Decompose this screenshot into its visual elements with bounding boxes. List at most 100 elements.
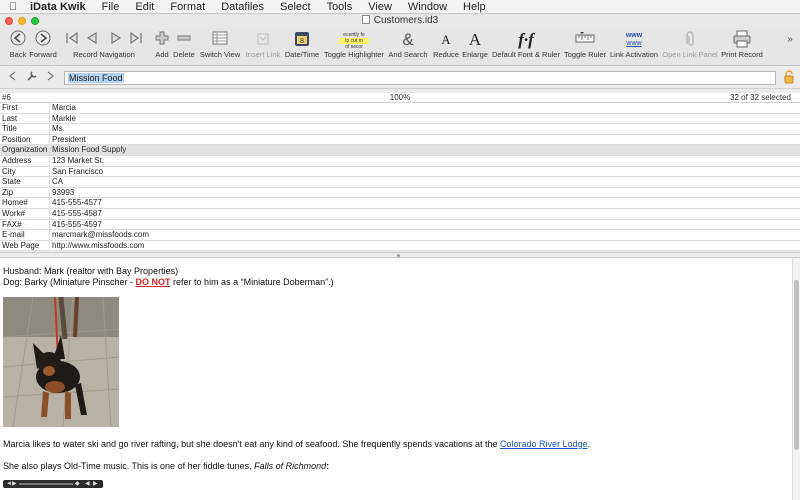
menu-datafiles[interactable]: Datafiles [213,1,272,13]
audio-player[interactable]: ◄ ▶ ◆ ◀ ▶ [3,480,103,488]
insert-link-button[interactable]: Insert Link [244,30,282,59]
field-value[interactable]: CA [50,177,63,187]
menu-edit[interactable]: Edit [127,1,162,13]
field-row-zip[interactable]: Zip 93993 [0,187,800,199]
apple-icon[interactable]:  [0,1,26,13]
field-row-position[interactable]: Position President [0,134,800,146]
and-search-button[interactable]: & And Search [388,30,428,59]
zoom-window-button[interactable] [31,17,39,25]
field-row-work-phone[interactable]: Work# 415-555-4587 [0,208,800,220]
menu-help[interactable]: Help [455,1,494,13]
default-font-ruler-button[interactable]: f·f Default Font & Ruler [492,30,560,59]
record-navigation-group[interactable]: Record Navigation [62,30,146,59]
record-title-bar: Mission Food [0,67,800,89]
field-row-city[interactable]: City San Francisco [0,166,800,178]
field-value[interactable]: President [50,135,86,145]
wrench-icon[interactable] [26,70,38,85]
notes-music-colon: : [326,461,330,471]
colorado-river-lodge-link[interactable]: Colorado River Lodge [500,439,588,449]
field-row-title[interactable]: Title Ms. [0,124,800,135]
history-forward-icon[interactable] [47,71,55,84]
add-button[interactable]: Add [152,30,172,59]
fast-forward-icon[interactable]: ▶ [93,479,98,490]
notes-line-husband-text: Husband: Mark (realtor with Bay Properti… [3,266,179,276]
field-value[interactable]: San Francisco [50,167,103,177]
reduce-button[interactable]: A Reduce [432,30,460,59]
record-title-field[interactable]: Mission Food [64,71,776,85]
play-icon[interactable]: ▶ [12,479,17,490]
field-row-email[interactable]: E-mail marcmark@missfoods.com [0,230,800,241]
double-chevron-right-icon: » [787,34,793,45]
back-button[interactable]: Back [7,30,29,59]
notes-scrollbar[interactable] [792,258,800,500]
delete-button[interactable]: Delete [172,30,196,59]
history-back-icon[interactable] [8,71,16,84]
field-value[interactable]: Mission Food Supply [50,145,126,155]
toggle-ruler-button[interactable]: Toggle Ruler [563,30,607,59]
field-row-fax[interactable]: FAX# 415-555-4597 [0,219,800,231]
field-value[interactable]: 93993 [50,188,74,198]
print-record-label: Print Record [721,50,763,59]
open-link-panel-button[interactable]: Open Link Panel [662,30,718,59]
forward-button[interactable]: Forward [29,30,57,59]
window-title-text: Customers.id3 [373,15,439,26]
link-activation-button[interactable]: www www Link Activation [609,30,659,59]
field-value[interactable]: 415-555-4597 [50,220,102,230]
lock-icon[interactable] [783,70,795,87]
audio-scrubber[interactable] [19,483,73,485]
field-label: Position [0,134,50,145]
menu-select[interactable]: Select [272,1,319,13]
forward-arrow-icon [29,30,57,50]
menu-format[interactable]: Format [162,1,213,13]
field-label: First [0,103,50,113]
field-value[interactable]: http://www.missfoods.com [50,241,144,251]
field-value[interactable]: 415-555-4587 [50,209,102,219]
field-value[interactable]: Ms. [50,124,65,134]
ruler-icon [563,30,607,50]
dog-photo [3,297,119,427]
field-row-home-phone[interactable]: Home# 415-555-4577 [0,198,800,209]
field-row-state[interactable]: State CA [0,177,800,188]
field-value[interactable]: Markle [50,114,76,124]
menu-tools[interactable]: Tools [319,1,361,13]
link-activation-label: Link Activation [610,50,658,59]
field-value[interactable]: Marcia [50,103,76,113]
print-record-button[interactable]: Print Record [720,30,764,59]
field-row-last[interactable]: Last Markle [0,113,800,125]
field-label: Address [0,155,50,166]
link-sample-line1: www [625,32,643,39]
record-navigation-icons [62,30,146,50]
field-value[interactable]: 123 Market St. [50,156,104,166]
notes-music-text: She also plays Old-Time music. This is o… [3,461,255,471]
notes-dog-text: Dog: Barky (Miniature Pinscher - [3,277,136,287]
paperclip-icon [662,30,718,50]
field-label: State [0,177,50,187]
field-value[interactable]: marcmark@missfoods.com [50,230,149,240]
field-row-organization[interactable]: Organization Mission Food Supply [0,145,800,156]
switch-view-button[interactable]: Switch View [199,30,241,59]
toolbar-overflow-button[interactable]: » [784,34,796,45]
toggle-highlighter-button[interactable]: ecently fe to cut m of secor Toggle High… [322,30,386,59]
switch-view-label: Switch View [199,50,241,59]
scrubber-knob-icon[interactable]: ◆ [75,479,80,490]
field-row-web-page[interactable]: Web Page http://www.missfoods.com [0,240,800,252]
menu-view[interactable]: View [360,1,400,13]
and-search-label: And Search [388,50,428,59]
record-title-value: Mission Food [68,73,124,83]
toggle-ruler-label: Toggle Ruler [563,50,607,59]
field-row-first[interactable]: First Marcia [0,103,800,114]
field-label: Zip [0,187,50,198]
small-font-a-icon: A [441,32,451,47]
scrollbar-thumb[interactable] [794,280,799,450]
enlarge-button[interactable]: A Enlarge [460,30,490,59]
field-value[interactable]: 415-555-4577 [50,198,102,208]
menu-app-name[interactable]: iData Kwik [26,1,94,13]
rewind-icon[interactable]: ◀ [85,479,90,490]
menu-window[interactable]: Window [400,1,455,13]
close-window-button[interactable] [5,17,13,25]
menu-file[interactable]: File [94,1,128,13]
minimize-window-button[interactable] [18,17,26,25]
field-row-address[interactable]: Address 123 Market St. [0,155,800,167]
date-time-button[interactable]: 8 Date/Time [284,30,320,59]
notes-pane[interactable]: Husband: Mark (realtor with Bay Properti… [0,258,792,500]
